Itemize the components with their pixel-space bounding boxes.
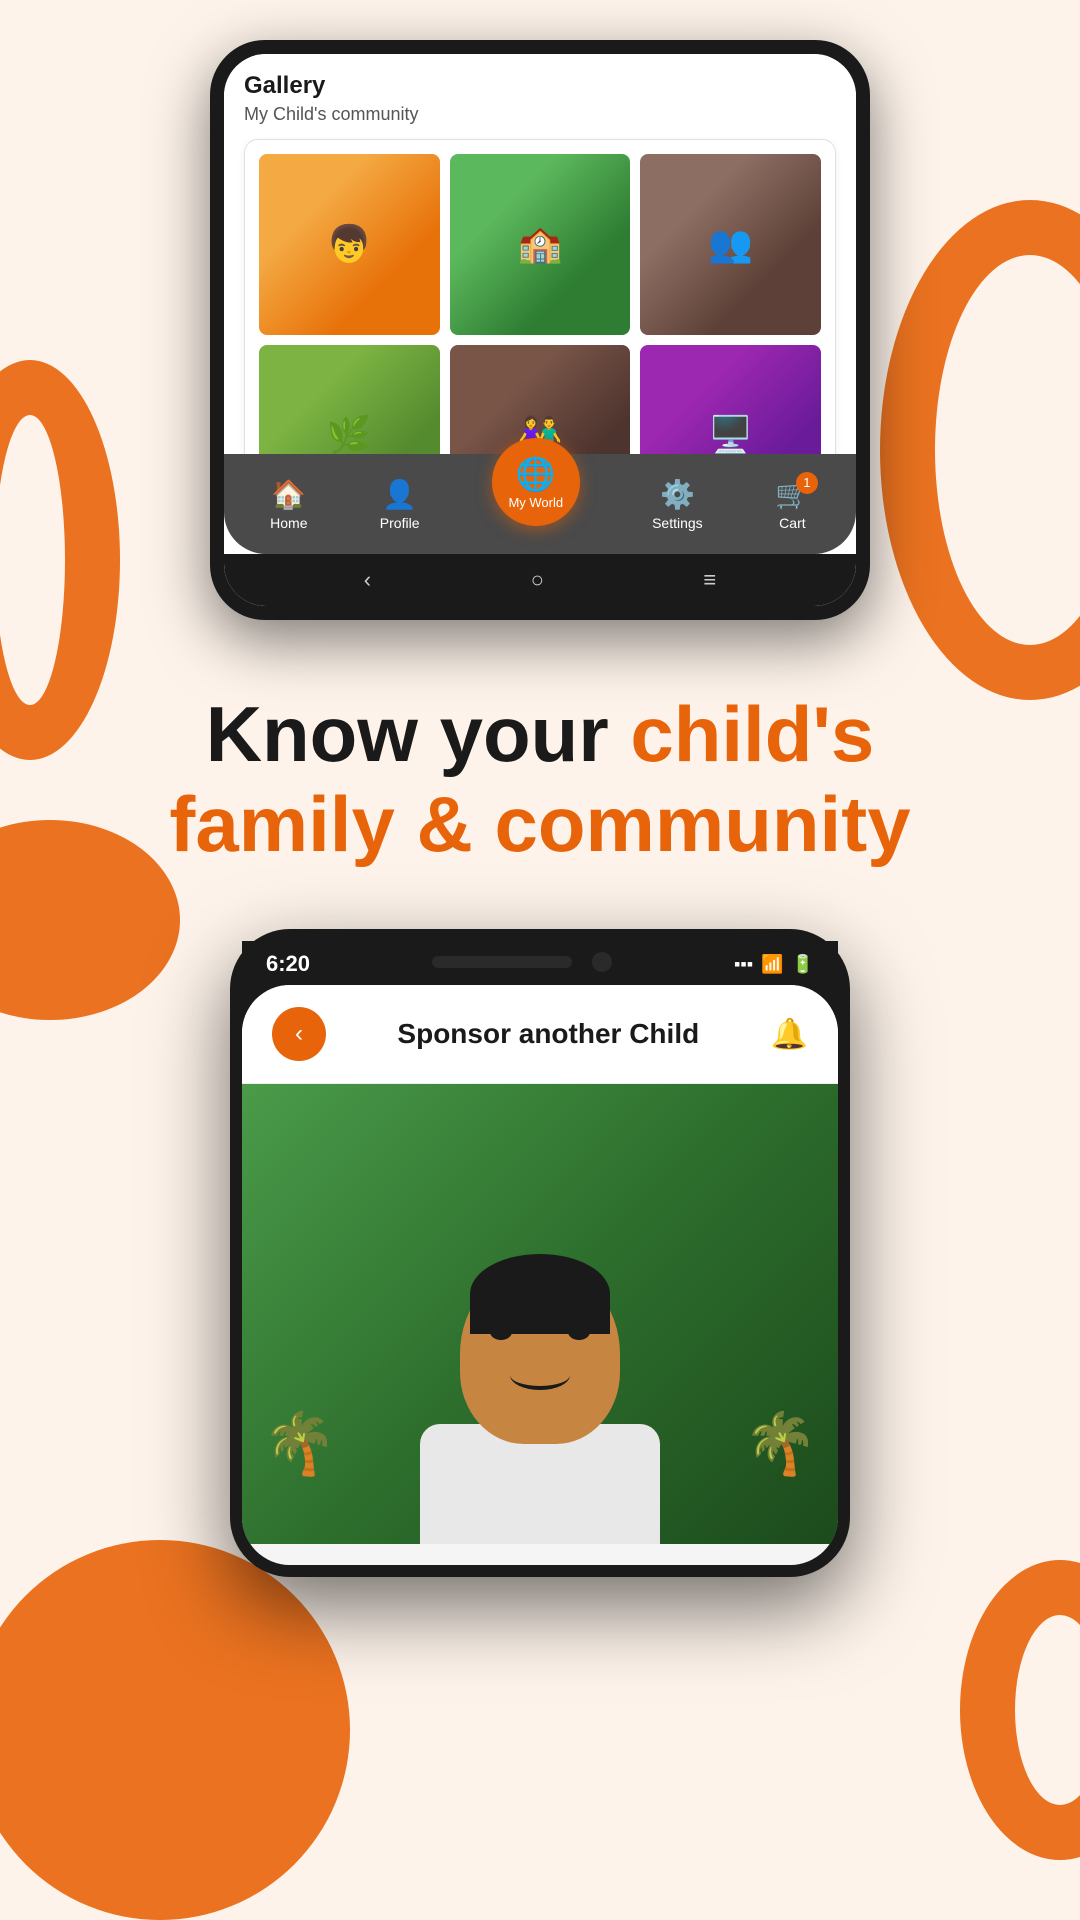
gallery-image-6[interactable]: 🖥️ xyxy=(640,345,821,454)
child-face-features xyxy=(490,1324,590,1390)
wifi-icon: ▪▪▪ xyxy=(734,954,753,975)
child-eye-right xyxy=(568,1324,590,1340)
phone1-wrapper: Gallery My Child's community 👦 🏫 👥 xyxy=(0,0,1080,620)
nav-settings[interactable]: ⚙️ Settings xyxy=(652,478,703,531)
nav-my-world[interactable]: 🌐 My World xyxy=(492,438,580,526)
phone2-status-bar: 6:20 ▪▪▪ 📶 🔋 xyxy=(242,941,838,985)
cart-badge-container: 🛒 1 xyxy=(775,478,810,511)
nav-profile[interactable]: 👤 Profile xyxy=(380,478,420,531)
child-head xyxy=(460,1264,620,1444)
bottom-nav: 🏠 Home 👤 Profile 🌐 My World ⚙️ Settings xyxy=(224,454,856,554)
android-nav-bar: ‹ ○ ≡ xyxy=(224,554,856,606)
status-icons: ▪▪▪ 📶 🔋 xyxy=(734,954,814,975)
gallery-title: Gallery xyxy=(244,72,836,100)
profile-icon: 👤 xyxy=(382,478,417,511)
settings-label: Settings xyxy=(652,515,703,531)
gallery-image-4-content: 🌿 xyxy=(259,345,440,454)
tagline-text: Know your child's family & community xyxy=(80,690,1000,869)
phone2-wrapper: 6:20 ▪▪▪ 📶 🔋 ‹ Sponsor another Child 🔔 xyxy=(0,929,1080,1577)
wifi-signal-icon: 📶 xyxy=(761,954,783,975)
tagline-line1-highlight: child's xyxy=(630,690,874,778)
tagline-section: Know your child's family & community xyxy=(0,620,1080,929)
back-button[interactable]: ‹ xyxy=(364,567,371,593)
phone1-device: Gallery My Child's community 👦 🏫 👥 xyxy=(210,40,870,620)
nav-cart[interactable]: 🛒 1 Cart xyxy=(775,478,810,531)
gallery-image-6-content: 🖥️ xyxy=(640,345,821,454)
child-photo: 🌴 🌴 xyxy=(242,1084,838,1544)
gallery-image-1[interactable]: 👦 xyxy=(259,154,440,335)
cart-label: Cart xyxy=(779,515,805,531)
gallery-image-3-content: 👥 xyxy=(640,154,821,335)
tagline-line2-highlight: family & community xyxy=(169,780,910,868)
screen2-header: ‹ Sponsor another Child 🔔 xyxy=(242,985,838,1084)
back-icon: ‹ xyxy=(295,1020,303,1048)
child-hair xyxy=(470,1254,610,1334)
gallery-subtitle: My Child's community xyxy=(244,104,836,125)
gallery-image-4[interactable]: 🌿 xyxy=(259,345,440,454)
home-icon: 🏠 xyxy=(271,478,306,511)
decoration-bottom-left xyxy=(0,1540,350,1920)
gallery-section: Gallery My Child's community 👦 🏫 👥 xyxy=(224,54,856,454)
home-label: Home xyxy=(270,515,307,531)
gallery-grid: 👦 🏫 👥 🌿 👫 xyxy=(259,154,821,454)
notch-camera xyxy=(592,952,612,972)
gallery-image-2[interactable]: 🏫 xyxy=(450,154,631,335)
cart-badge-count: 1 xyxy=(796,472,818,494)
bell-icon[interactable]: 🔔 xyxy=(771,1017,808,1052)
screen2-title: Sponsor another Child xyxy=(397,1018,699,1050)
status-time: 6:20 xyxy=(266,951,310,977)
tagline-line1-normal: Know your xyxy=(206,690,631,778)
settings-icon: ⚙️ xyxy=(660,478,695,511)
my-world-icon: 🌐 xyxy=(516,455,556,493)
nav-home[interactable]: 🏠 Home xyxy=(270,478,307,531)
profile-label: Profile xyxy=(380,515,420,531)
child-silhouette xyxy=(242,1264,838,1544)
recents-button[interactable]: ≡ xyxy=(703,567,716,593)
child-photo-container: 🌴 🌴 xyxy=(242,1084,838,1544)
child-smile xyxy=(510,1360,570,1390)
phone1-screen: Gallery My Child's community 👦 🏫 👥 xyxy=(224,54,856,606)
phone2-screen: ‹ Sponsor another Child 🔔 🌴 🌴 xyxy=(242,985,838,1565)
notch-pill xyxy=(432,956,572,968)
home-button[interactable]: ○ xyxy=(531,567,544,593)
battery-icon: 🔋 xyxy=(792,954,814,975)
gallery-image-3[interactable]: 👥 xyxy=(640,154,821,335)
gallery-image-2-content: 🏫 xyxy=(450,154,631,335)
my-world-label: My World xyxy=(508,495,563,510)
notch-area xyxy=(432,952,612,972)
gallery-card: 👦 🏫 👥 🌿 👫 xyxy=(244,139,836,454)
child-eyes xyxy=(490,1324,590,1340)
gallery-image-1-content: 👦 xyxy=(259,154,440,335)
decoration-bottom-right xyxy=(960,1560,1080,1860)
phone2-device: 6:20 ▪▪▪ 📶 🔋 ‹ Sponsor another Child 🔔 xyxy=(230,929,850,1577)
back-button[interactable]: ‹ xyxy=(272,1007,326,1061)
child-eye-left xyxy=(490,1324,512,1340)
